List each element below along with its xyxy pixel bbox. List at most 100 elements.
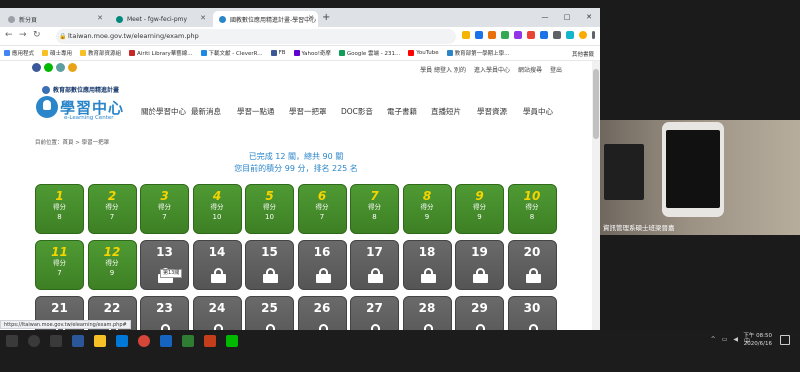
nav-resources[interactable]: 學習資源 [477,106,523,117]
bookmark-item[interactable]: FB [270,50,286,56]
nav-ebooks[interactable]: 電子書籍 [387,106,431,117]
extension-icon[interactable] [501,31,509,39]
bookmark-item[interactable]: 應用程式 [4,49,34,57]
level-tile[interactable]: 11 得分 7 [35,240,84,290]
close-window-button[interactable]: ✕ [578,8,600,27]
extension-icon[interactable] [553,31,561,39]
level-tile[interactable]: 25 [245,296,294,330]
address-bar[interactable]: 🔒 ltaiwan.moe.gov.tw/elearning/exam.php [56,29,456,44]
nav-doc-video[interactable]: DOC影音 [341,106,387,117]
menu-dots-icon[interactable] [592,31,595,39]
file-explorer-icon[interactable] [94,335,106,347]
scrollbar-thumb[interactable] [593,69,599,139]
clock[interactable]: 下午 08:50 2020/6/16 [743,332,772,348]
level-tile[interactable]: 30 [507,296,557,330]
level-tile[interactable]: 27 [350,296,399,330]
level-tile[interactable]: 20 [507,240,557,290]
level-tile[interactable]: 16 [297,240,347,290]
level-tile[interactable]: 19 [455,240,504,290]
profile-avatar[interactable] [579,31,587,39]
close-icon[interactable]: ✕ [97,14,103,22]
extension-icon[interactable] [566,31,574,39]
forward-arrow-icon[interactable]: → [19,30,27,40]
level-tile[interactable]: 9 得分 9 [455,184,504,234]
extension-icon[interactable] [514,31,522,39]
level-tile[interactable]: 15 [245,240,294,290]
level-tile[interactable]: 1 得分 8 [35,184,84,234]
member-center-link[interactable]: 進入學員中心 [474,65,510,74]
nav-news[interactable]: 最新消息 [191,106,237,117]
level-tile[interactable]: 13 [140,240,189,290]
close-icon[interactable]: ✕ [200,14,206,22]
learning-center-logo-icon[interactable] [36,96,58,118]
extension-icon[interactable] [527,31,535,39]
level-tile[interactable]: 17 [350,240,399,290]
store-icon[interactable] [116,335,128,347]
close-icon[interactable]: ✕ [308,14,314,22]
start-icon[interactable] [6,335,18,347]
facebook-share-icon[interactable] [32,63,41,72]
nav-member-center[interactable]: 學員中心 [523,106,569,117]
site-search-link[interactable]: 網站搜尋 [518,65,542,74]
tab-learning-center[interactable]: 國教數位應用精進計畫-學習中心 ✕ [213,11,318,27]
network-icon[interactable]: ▭ [722,336,728,345]
chrome-icon[interactable] [138,335,150,347]
task-view-icon[interactable] [50,335,62,347]
app-icon[interactable] [72,335,84,347]
share-icon[interactable] [56,63,65,72]
line-icon[interactable] [226,335,238,347]
extension-icon[interactable] [475,31,483,39]
tab-new-tab[interactable]: 新分頁 ✕ [2,11,107,27]
line-share-icon[interactable] [44,63,53,72]
level-tile[interactable]: 26 [297,296,347,330]
nav-tips[interactable]: 學習一點通 [237,106,289,117]
bookmark-item[interactable]: Google 雲端 - 231... [338,49,400,57]
nav-about[interactable]: 關於學習中心 [141,106,191,117]
extension-icon[interactable] [488,31,496,39]
new-tab-button[interactable]: + [322,12,330,23]
minimize-button[interactable]: — [534,8,556,27]
nav-challenge[interactable]: 學習一把罩 [289,106,341,117]
level-tile[interactable]: 24 [192,296,242,330]
bookmark-item[interactable]: 教育部資源組 [80,49,121,57]
powerpoint-icon[interactable] [204,335,216,347]
reload-icon[interactable]: ↻ [33,30,41,40]
level-tile[interactable]: 7 得分 8 [350,184,399,234]
app-icon[interactable] [160,335,172,347]
level-tile[interactable]: 18 [402,240,452,290]
level-tile[interactable]: 2 得分 7 [87,184,137,234]
volume-icon[interactable]: ◀ [733,336,738,345]
bookmark-item[interactable]: 碩士專用 [42,49,72,57]
bookmark-item[interactable]: Airiti Library華藝線... [129,49,193,57]
other-bookmarks[interactable]: 其他書籤 [567,50,594,58]
level-tile[interactable]: 14 [192,240,242,290]
extension-icon[interactable] [540,31,548,39]
chevron-up-icon[interactable]: ^ [711,336,716,345]
level-tile[interactable]: 5 得分 10 [245,184,294,234]
nav-live-clips[interactable]: 直播短片 [431,106,477,117]
level-tile[interactable]: 3 得分 7 [140,184,189,234]
bookmark-item[interactable]: Yahoo!奇摩 [293,49,331,57]
star-icon[interactable] [462,31,470,39]
level-tile[interactable]: 29 [455,296,504,330]
search-icon[interactable] [28,335,40,347]
level-tile[interactable]: 23 [140,296,189,330]
back-arrow-icon[interactable]: ← [5,30,13,40]
notification-icon[interactable] [780,335,790,345]
level-tile[interactable]: 4 得分 10 [192,184,242,234]
maximize-button[interactable]: □ [556,8,578,27]
member-login-link[interactable]: 學員 總登入 別的 [420,65,466,74]
level-tile[interactable]: 28 [402,296,452,330]
scrollbar[interactable] [592,61,600,330]
logout-link[interactable]: 登出 [550,65,562,74]
level-tile[interactable]: 8 得分 9 [402,184,452,234]
level-tile[interactable]: 12 得分 9 [87,240,137,290]
bookmark-item[interactable]: 教育部第一學期上學... [446,49,509,57]
bookmark-item[interactable]: 下載文獻 - CleverR... [200,49,263,57]
level-tile[interactable]: 6 得分 7 [297,184,347,234]
level-tile[interactable]: 10 得分 8 [507,184,557,234]
app-icon[interactable] [182,335,194,347]
tab-meet[interactable]: Meet - fgw-feci-pmy ✕ [110,11,210,27]
fontsize-icon[interactable] [68,63,77,72]
bookmark-item[interactable]: YouTube [408,50,439,56]
